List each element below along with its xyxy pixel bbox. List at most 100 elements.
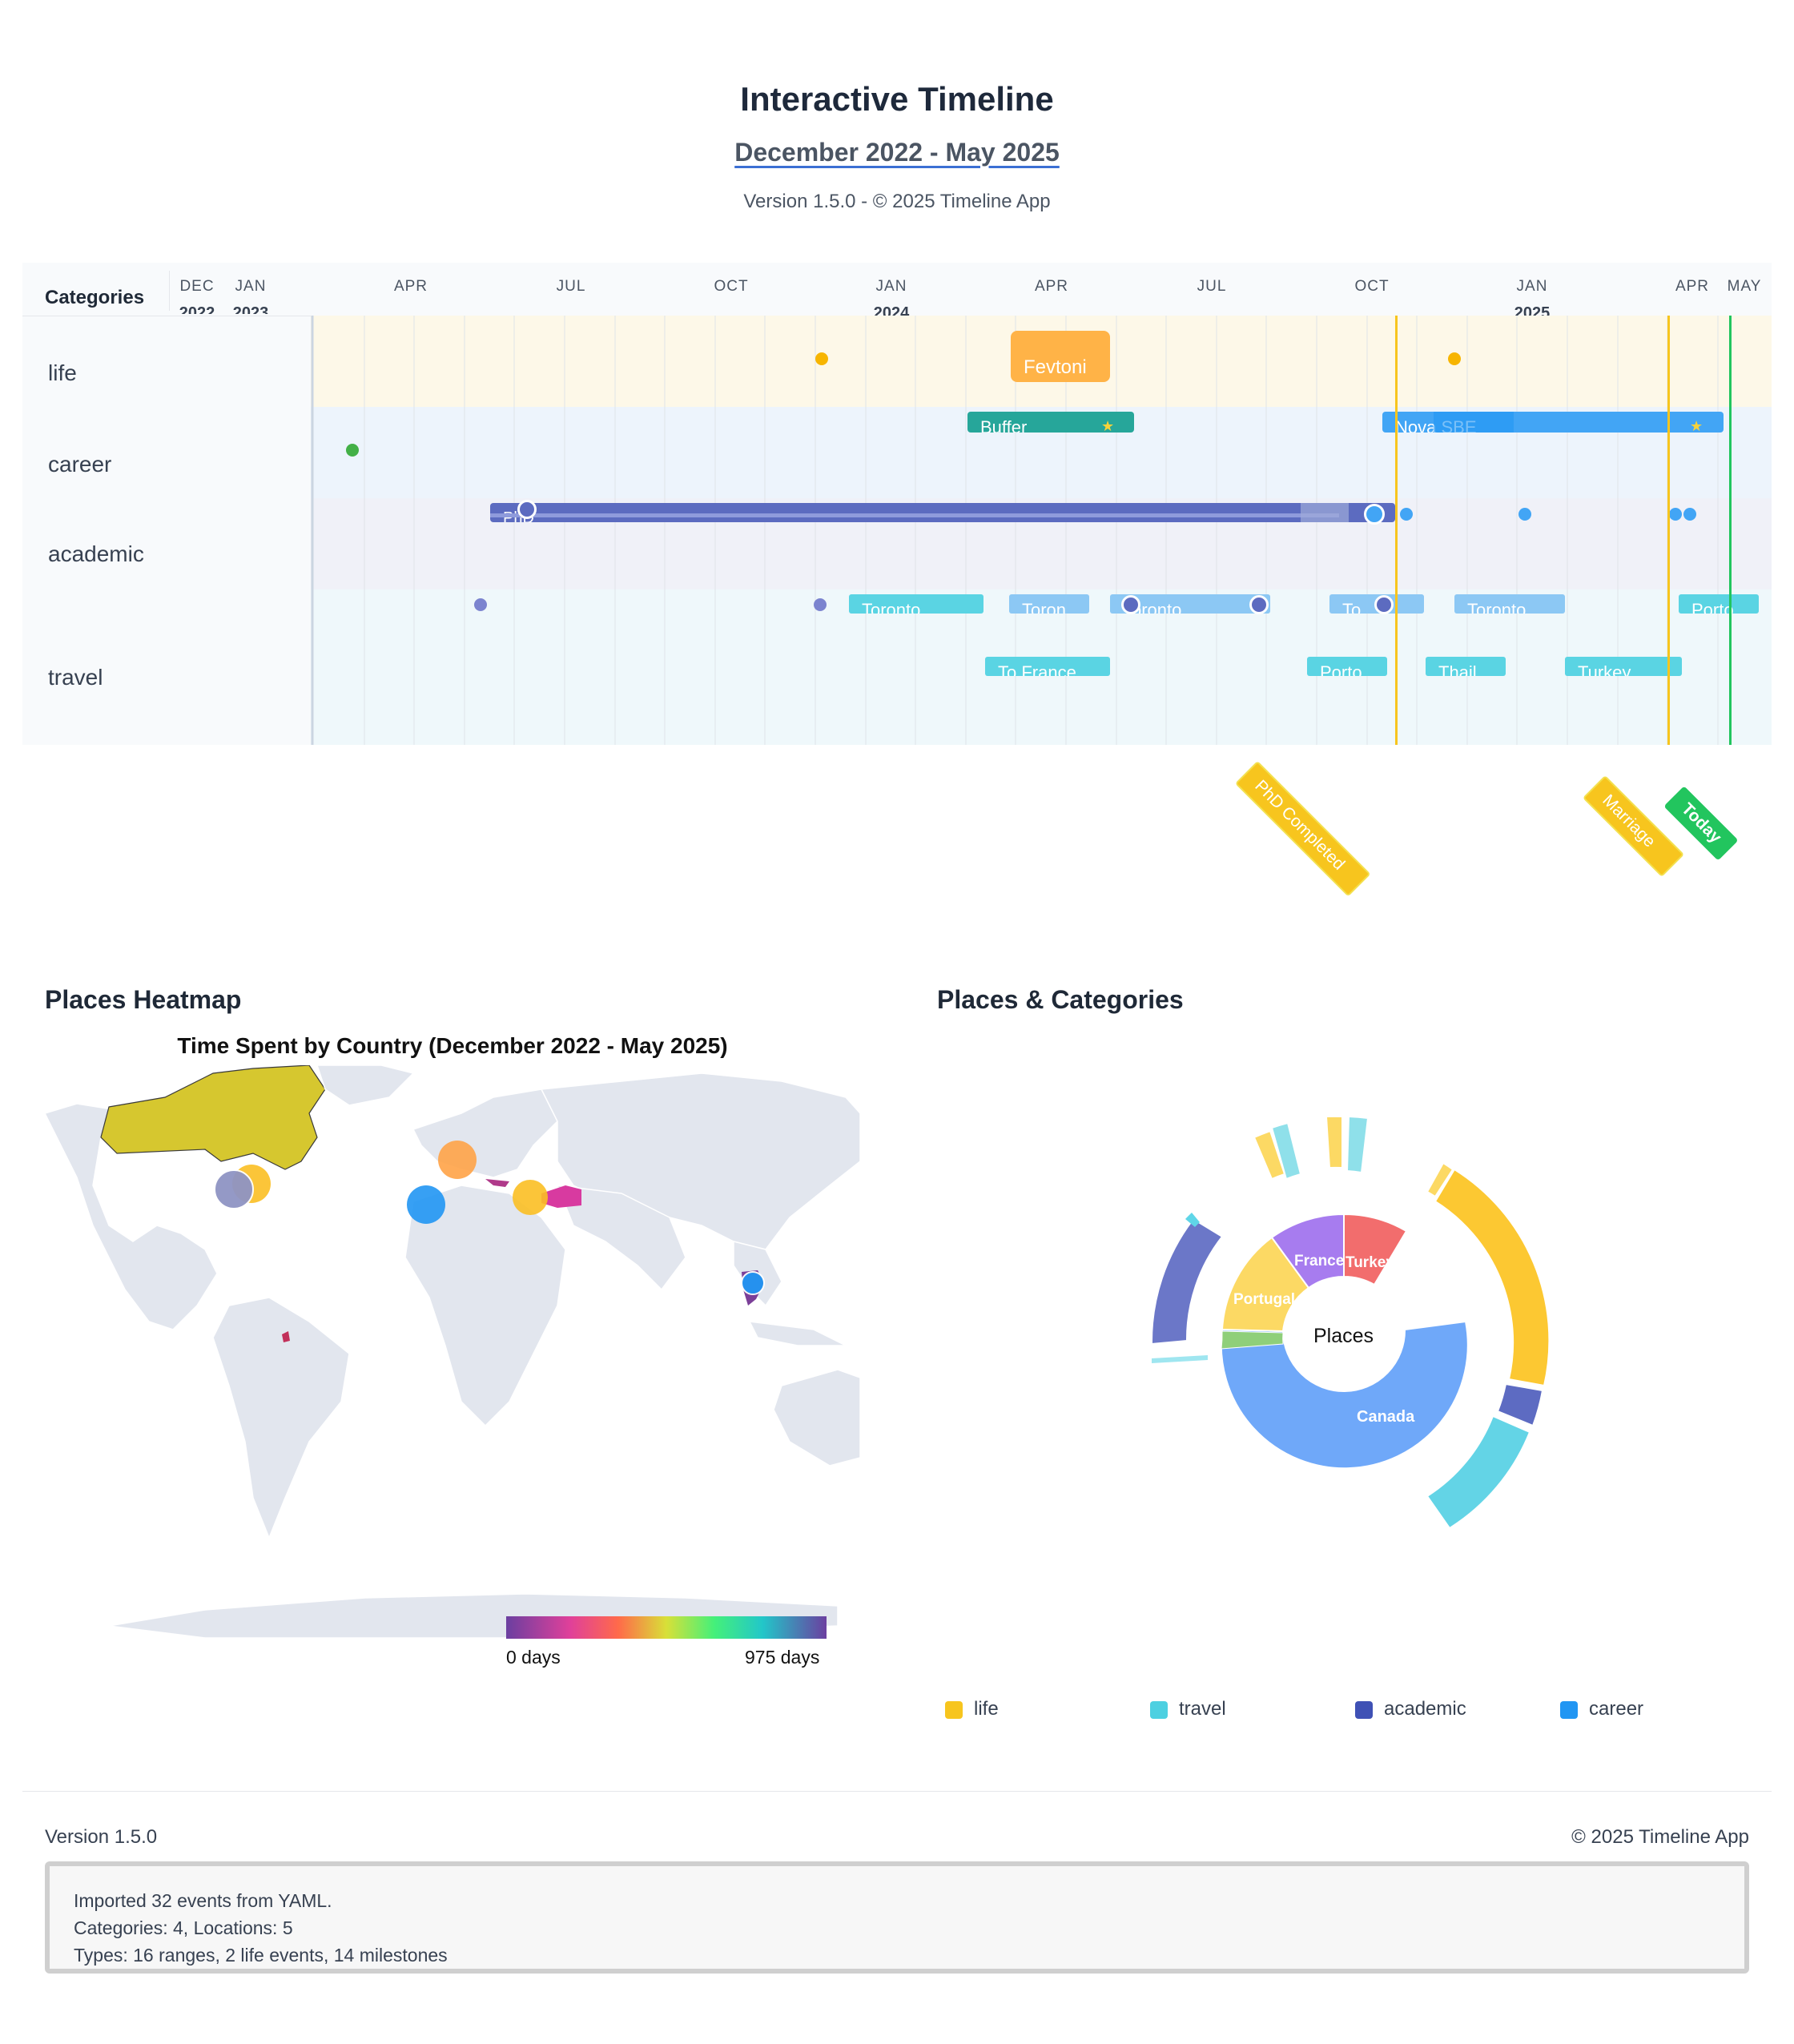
- canada-shape: [100, 1065, 326, 1170]
- month-label: MAY: [1727, 278, 1762, 295]
- academic-milestone-dot[interactable]: [1518, 508, 1531, 521]
- month-label: JAN: [875, 278, 907, 295]
- month-label: APR: [1034, 278, 1069, 295]
- academic-milestone-dot[interactable]: [1669, 508, 1682, 521]
- star-icon: ★: [1690, 418, 1703, 434]
- legend-item-travel[interactable]: travel: [1150, 1698, 1226, 1720]
- month-label: JUL: [1197, 278, 1227, 295]
- row-label-travel: travel: [48, 665, 103, 690]
- bubble-career[interactable]: [407, 1185, 445, 1224]
- event-turkey[interactable]: Turkey: [1565, 657, 1682, 676]
- life-milestone-dot[interactable]: [815, 352, 828, 365]
- phd-progress-line: [490, 513, 1339, 517]
- today-line: [1729, 316, 1732, 745]
- row-label-life: life: [48, 360, 77, 385]
- event-to-france[interactable]: To France: [985, 657, 1110, 676]
- travel-milestone-ring[interactable]: [1374, 595, 1394, 614]
- color-scale-bar: [506, 1616, 827, 1639]
- legend-swatch: [1355, 1700, 1373, 1719]
- heatmap-chart-title: Time Spent by Country (December 2022 - M…: [177, 1033, 728, 1058]
- month-label: JAN: [1516, 278, 1548, 295]
- star-icon: ★: [1101, 418, 1115, 434]
- month-label: APR: [1675, 278, 1710, 295]
- legend-label: career: [1589, 1698, 1644, 1720]
- page-title: Interactive Timeline: [740, 80, 1054, 118]
- import-summary-box: Imported 32 events from YAML. Categories…: [45, 1861, 1749, 1974]
- event-thailand[interactable]: Thail...: [1426, 657, 1506, 676]
- outer-segment-academic-left[interactable]: [1150, 1217, 1224, 1346]
- outer-segment-travel[interactable]: [1426, 1414, 1531, 1530]
- event-toronto-5[interactable]: Toronto: [1454, 594, 1565, 614]
- import-line: Categories: 4, Locations: 5: [74, 1917, 293, 1938]
- segment-turkey[interactable]: [1343, 1213, 1408, 1286]
- career-overlap-segment: [1434, 412, 1514, 433]
- heatmap-section-title: Places Heatmap: [45, 985, 242, 1014]
- outer-segment-life-top2[interactable]: [1325, 1115, 1343, 1169]
- places-sunburst[interactable]: [1025, 1081, 1650, 1562]
- categories-header: Categories: [45, 287, 145, 308]
- label-canada: Canada: [1357, 1408, 1415, 1426]
- month-label: APR: [393, 278, 428, 295]
- outer-segment-academic[interactable]: [1496, 1382, 1544, 1427]
- event-fevtoni[interactable]: Fevtoni: [1011, 331, 1110, 382]
- bubble-life[interactable]: [438, 1141, 477, 1179]
- event-porto-1[interactable]: Porto: [1679, 594, 1759, 614]
- legend-swatch: [1150, 1700, 1168, 1719]
- legend-item-life[interactable]: life: [945, 1698, 999, 1720]
- month-label: OCT: [714, 278, 749, 295]
- academic-milestone-ring[interactable]: [1364, 504, 1385, 525]
- legend-item-academic[interactable]: academic: [1355, 1698, 1466, 1720]
- donut-section-title: Places & Categories: [937, 985, 1184, 1014]
- date-range-subtitle: December 2022 - May 2025: [0, 138, 1794, 167]
- label-turkey: Turkey: [1346, 1254, 1394, 1271]
- legend-label: academic: [1384, 1698, 1466, 1720]
- legend-label: life: [974, 1698, 999, 1720]
- marker-phd-completed[interactable]: PhD Completed: [1234, 760, 1371, 897]
- legend-swatch: [1560, 1700, 1578, 1719]
- travel-milestone-dot[interactable]: [814, 598, 827, 611]
- month-label: JUL: [556, 278, 586, 295]
- europe-shape: [412, 1088, 558, 1178]
- australia-shape: [773, 1369, 860, 1467]
- phd-completed-line: [1395, 316, 1398, 745]
- event-toronto-2[interactable]: Toron: [1009, 594, 1089, 614]
- event-porto-2[interactable]: Porto: [1307, 657, 1387, 676]
- travel-milestone-ring[interactable]: [1249, 595, 1269, 614]
- timeline-axis-header: Categories DEC JAN APR JUL OCT JAN APR J…: [22, 263, 1772, 322]
- footer-divider: [22, 1791, 1772, 1792]
- bubble-career[interactable]: [741, 1271, 765, 1295]
- academic-milestone-ring[interactable]: [517, 500, 537, 519]
- academic-milestone-dot[interactable]: [1683, 508, 1696, 521]
- scale-min-label: 0 days: [506, 1647, 561, 1668]
- bubble-life[interactable]: [513, 1180, 548, 1215]
- marker-marriage[interactable]: Marriage: [1582, 775, 1685, 878]
- legend-label: travel: [1179, 1698, 1226, 1720]
- event-toronto-1[interactable]: Toronto: [849, 594, 983, 614]
- legend-item-career[interactable]: career: [1560, 1698, 1643, 1720]
- bubble-academic[interactable]: [214, 1169, 254, 1209]
- legend-swatch: [945, 1700, 963, 1719]
- label-portugal: Portugal: [1233, 1291, 1296, 1308]
- outer-segment-travel-top2[interactable]: [1346, 1115, 1370, 1174]
- year-label: 2023: [232, 304, 269, 314]
- date-range-link[interactable]: December 2022 - May 2025: [734, 138, 1060, 167]
- south-america-shape: [212, 1297, 350, 1540]
- world-map[interactable]: [45, 1065, 860, 1642]
- month-label: JAN: [235, 278, 267, 295]
- italy-shape: [485, 1179, 509, 1187]
- life-milestone-dot[interactable]: [1448, 352, 1461, 365]
- outer-segment-travel-sliver[interactable]: [1151, 1355, 1208, 1363]
- marriage-line: [1667, 316, 1670, 745]
- career-milestone-dot[interactable]: [346, 444, 359, 457]
- donut-center-label: Places: [1313, 1325, 1374, 1347]
- travel-milestone-ring[interactable]: [1121, 595, 1140, 614]
- event-phd[interactable]: PhD: [490, 503, 1395, 522]
- academic-milestone-dot[interactable]: [1400, 508, 1413, 521]
- footer-version: Version 1.5.0: [45, 1826, 158, 1848]
- timeline-panel: Categories DEC JAN APR JUL OCT JAN APR J…: [22, 263, 1772, 745]
- travel-milestone-dot[interactable]: [474, 598, 487, 611]
- year-label: 2022: [179, 304, 215, 314]
- row-label-academic: academic: [48, 541, 144, 566]
- label-france: France: [1294, 1253, 1345, 1269]
- month-label: OCT: [1354, 278, 1390, 295]
